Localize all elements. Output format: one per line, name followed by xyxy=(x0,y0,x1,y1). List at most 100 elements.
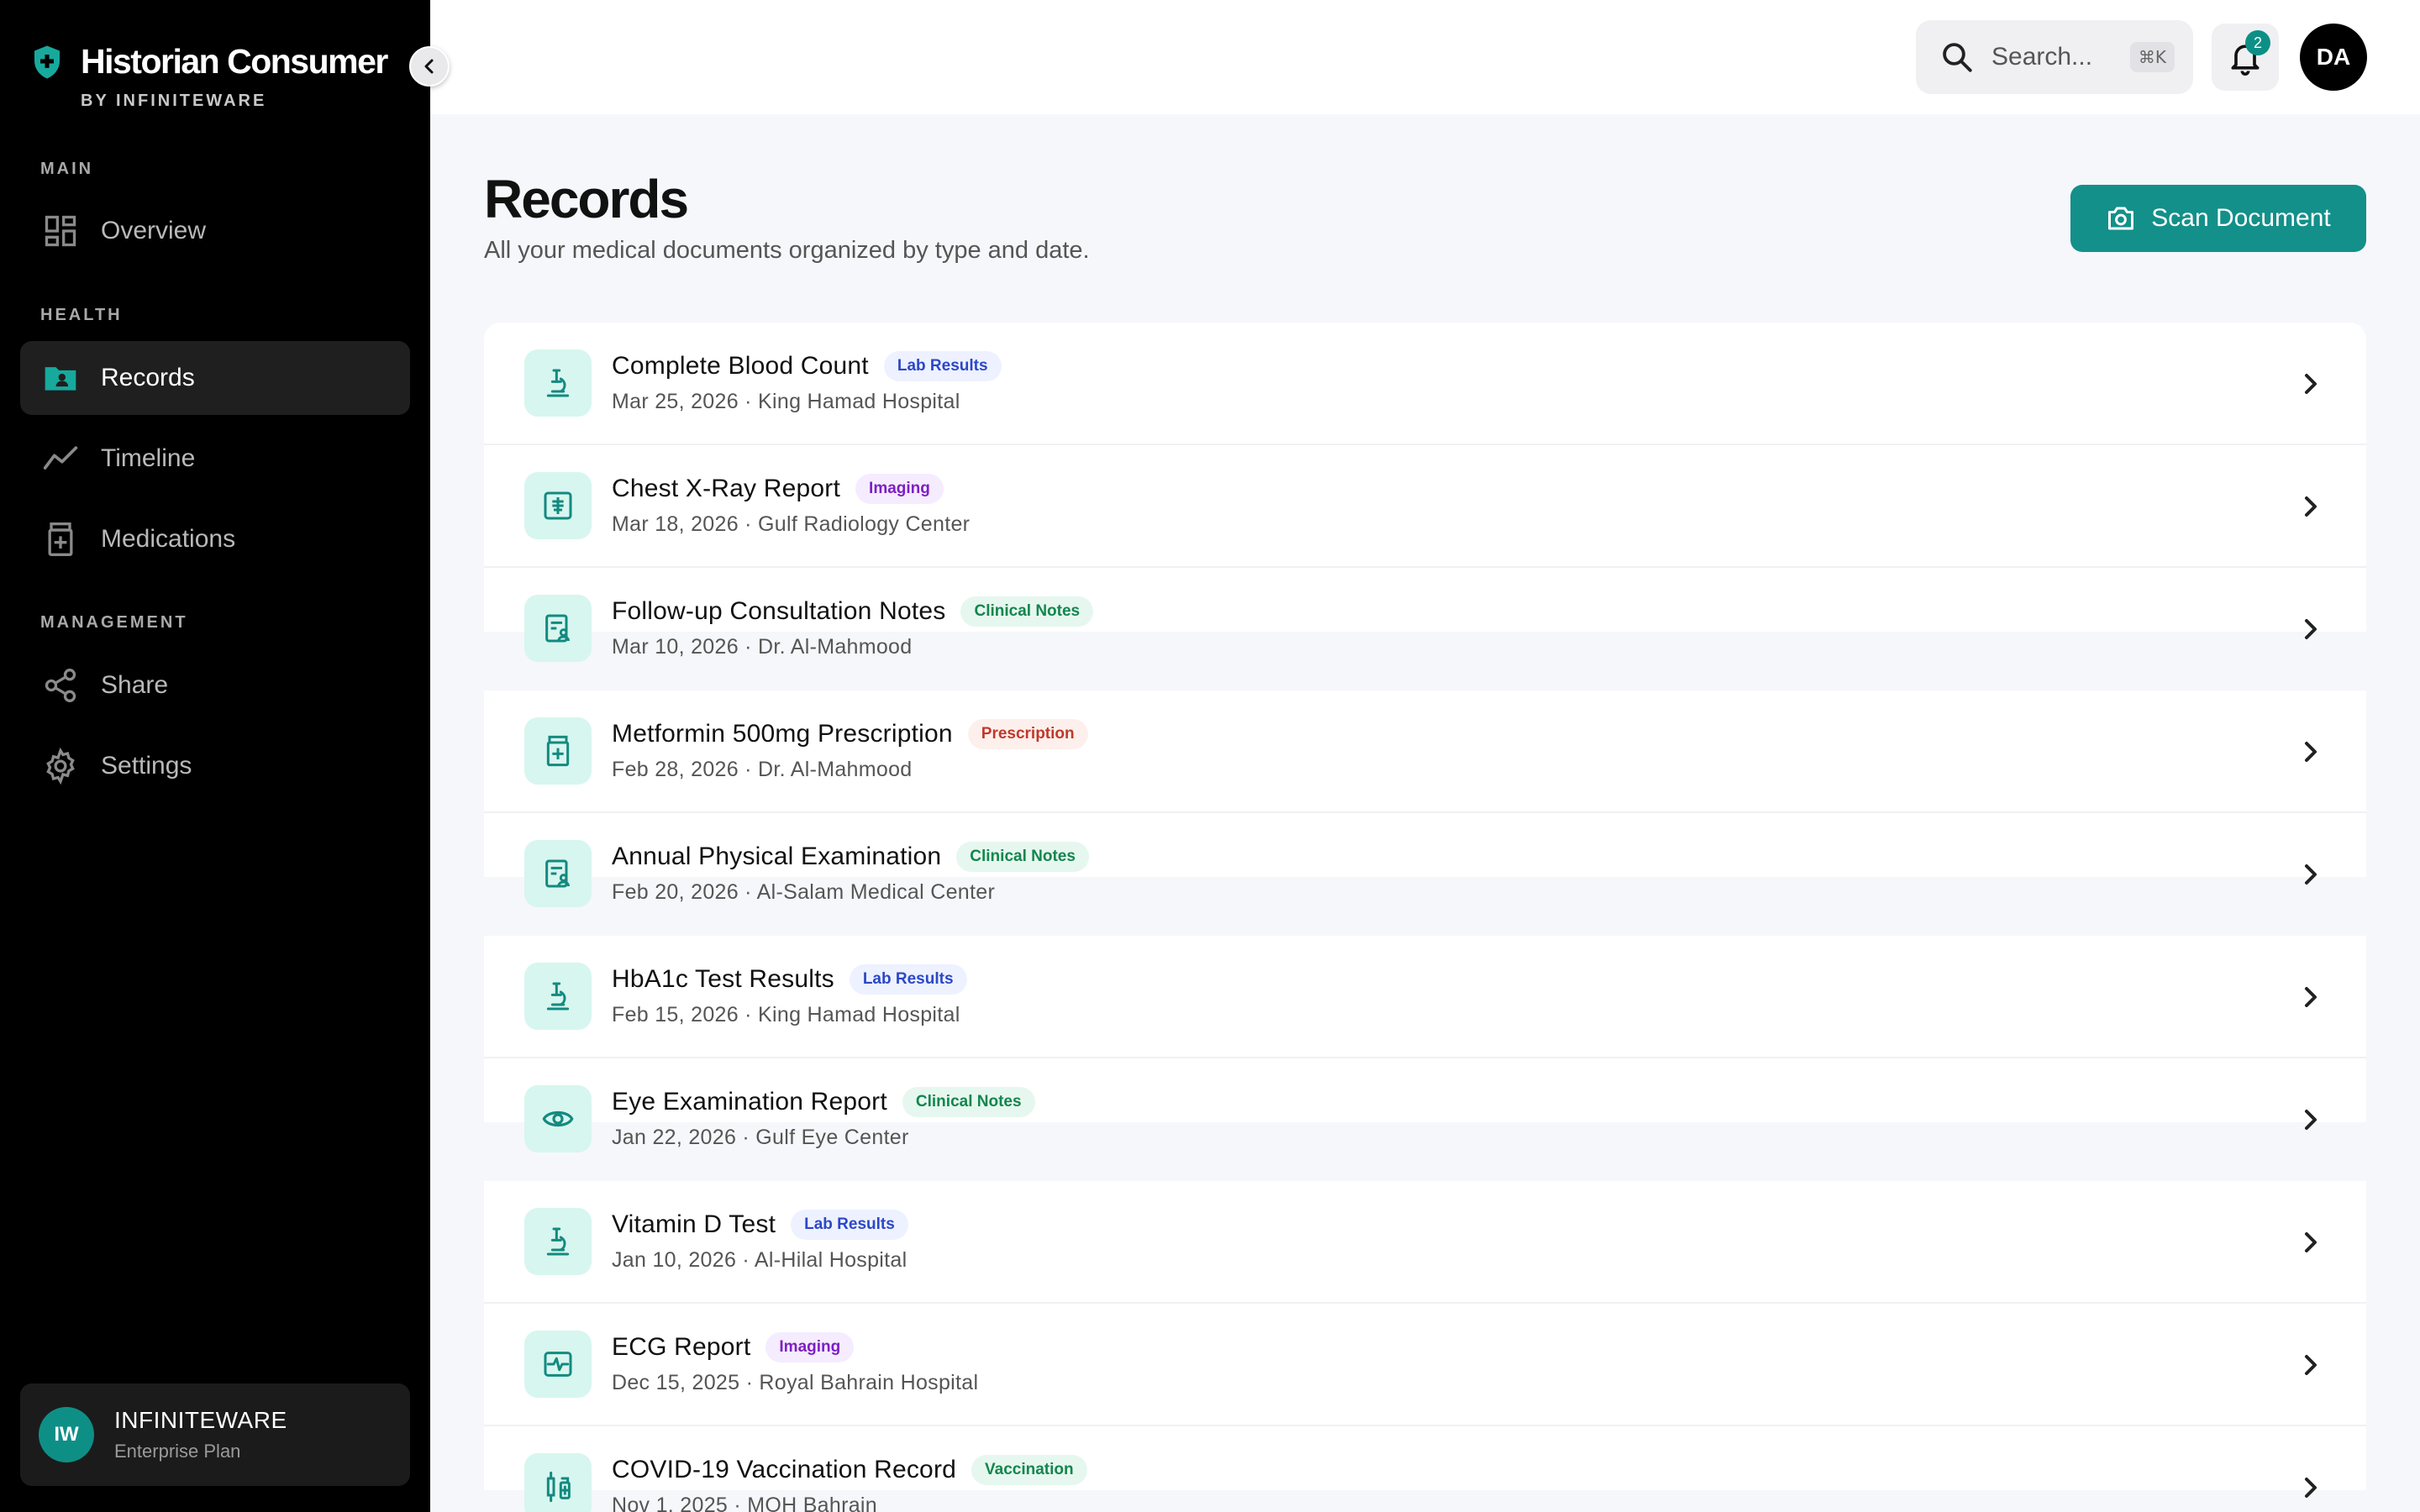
brand-title: Historian Consumer xyxy=(81,42,388,81)
scan-document-button[interactable]: Scan Document xyxy=(2070,185,2366,252)
record-title: Follow-up Consultation Notes xyxy=(612,597,946,625)
record-meta: Nov 1, 2025 · MOH Bahrain xyxy=(612,1494,877,1512)
sidebar-item-label: Overview xyxy=(101,217,207,244)
chevron-right-icon xyxy=(2305,374,2317,394)
record-title: Complete Blood Count xyxy=(612,352,869,380)
page-subtitle: All your medical documents organized by … xyxy=(484,237,1090,264)
clipboard-user-icon xyxy=(524,840,592,907)
sidebar-item-label: Share xyxy=(101,671,169,699)
search-icon xyxy=(1943,43,1972,72)
notifications-button[interactable]: 2 xyxy=(2212,24,2279,91)
notification-count-badge: 2 xyxy=(2245,30,2270,55)
org-plan: Enterprise Plan xyxy=(114,1441,241,1462)
microscope-icon xyxy=(524,963,592,1030)
record-row[interactable]: ECG Report Imaging Dec 15, 2025 · Royal … xyxy=(484,1304,2366,1426)
grid-icon xyxy=(42,213,79,249)
gear-icon xyxy=(42,748,79,785)
brand[interactable]: Historian Consumer BY INFINITEWARE xyxy=(32,42,388,111)
sidebar-item-share[interactable]: Share xyxy=(20,648,410,722)
clipboard-user-icon xyxy=(524,595,592,662)
section-label-management: MANAGEMENT xyxy=(40,613,188,632)
pill-bottle-icon xyxy=(42,521,79,558)
record-title: Metformin 500mg Prescription xyxy=(612,720,953,748)
app-root: Historian Consumer BY INFINITEWARE MAIN … xyxy=(0,0,2420,1512)
record-meta: Jan 22, 2026 · Gulf Eye Center xyxy=(612,1126,909,1149)
record-title: Chest X-Ray Report xyxy=(612,475,841,502)
org-avatar: IW xyxy=(39,1407,94,1462)
ecg-icon xyxy=(524,1331,592,1398)
record-row[interactable]: Eye Examination Report Clinical Notes Ja… xyxy=(484,1058,2366,1181)
record-meta: Mar 25, 2026 · King Hamad Hospital xyxy=(612,390,960,413)
sidebar-item-label: Timeline xyxy=(101,444,196,472)
record-meta: Feb 28, 2026 · Dr. Al-Mahmood xyxy=(612,758,913,781)
search-placeholder: Search... xyxy=(1991,43,2093,71)
records-list: Complete Blood Count Lab Results Mar 25,… xyxy=(484,323,2366,1512)
record-row[interactable]: Follow-up Consultation Notes Clinical No… xyxy=(484,568,2366,690)
collapse-sidebar-button[interactable] xyxy=(409,46,450,87)
chevron-right-icon xyxy=(2305,864,2317,885)
record-meta: Mar 18, 2026 · Gulf Radiology Center xyxy=(612,512,971,536)
record-row[interactable]: HbA1c Test Results Lab Results Feb 15, 2… xyxy=(484,936,2366,1058)
chevron-left-icon xyxy=(424,59,434,74)
record-title: COVID-19 Vaccination Record xyxy=(612,1456,957,1483)
record-type-badge: Lab Results xyxy=(791,1210,908,1240)
section-label-main: MAIN xyxy=(40,160,94,178)
record-meta: Feb 20, 2026 · Al-Salam Medical Center xyxy=(612,880,996,904)
org-switcher[interactable]: IW INFINITEWARE Enterprise Plan xyxy=(20,1383,410,1486)
record-type-badge: Lab Results xyxy=(883,351,1002,381)
camera-icon xyxy=(2108,207,2134,230)
record-title: HbA1c Test Results xyxy=(612,965,834,993)
pill-bottle-icon xyxy=(524,717,592,785)
chevron-right-icon xyxy=(2305,1355,2317,1375)
sidebar-item-label: Settings xyxy=(101,752,192,780)
record-row[interactable]: Complete Blood Count Lab Results Mar 25,… xyxy=(484,323,2366,445)
record-row[interactable]: COVID-19 Vaccination Record Vaccination … xyxy=(484,1426,2366,1512)
sidebar-item-records[interactable]: Records xyxy=(20,341,410,415)
record-meta: Mar 10, 2026 · Dr. Al-Mahmood xyxy=(612,635,913,659)
record-row[interactable]: Metformin 500mg Prescription Prescriptio… xyxy=(484,690,2366,813)
xray-icon xyxy=(524,472,592,539)
record-meta: Jan 10, 2026 · Al-Hilal Hospital xyxy=(612,1248,908,1272)
record-meta: Feb 15, 2026 · King Hamad Hospital xyxy=(612,1003,960,1026)
sidebar-item-timeline[interactable]: Timeline xyxy=(20,422,410,496)
chevron-right-icon xyxy=(2305,496,2317,517)
record-type-badge: Imaging xyxy=(765,1332,855,1362)
sidebar-item-settings[interactable]: Settings xyxy=(20,729,410,803)
record-meta: Dec 15, 2025 · Royal Bahrain Hospital xyxy=(612,1371,979,1394)
record-row[interactable]: Chest X-Ray Report Imaging Mar 18, 2026 … xyxy=(484,445,2366,568)
shield-logo-icon xyxy=(34,45,60,78)
microscope-icon xyxy=(524,1208,592,1275)
sidebar-item-medications[interactable]: Medications xyxy=(20,502,410,576)
record-type-badge: Clinical Notes xyxy=(902,1087,1035,1117)
user-avatar[interactable]: DA xyxy=(2300,24,2367,91)
chevron-right-icon xyxy=(2305,619,2317,639)
brand-subtitle: BY INFINITEWARE xyxy=(81,92,267,110)
section-label-health: HEALTH xyxy=(40,306,123,324)
sidebar-item-overview[interactable]: Overview xyxy=(20,194,410,268)
chevron-right-icon xyxy=(2305,1478,2317,1498)
scan-document-label: Scan Document xyxy=(2151,204,2331,232)
chevron-right-icon xyxy=(2305,1232,2317,1252)
record-type-badge: Prescription xyxy=(967,719,1088,749)
topbar: Search... ⌘K 2 DA xyxy=(430,0,2420,114)
record-title: ECG Report xyxy=(612,1333,751,1361)
sidebar: Historian Consumer BY INFINITEWARE MAIN … xyxy=(0,0,450,1512)
chevron-right-icon xyxy=(2305,1110,2317,1130)
record-type-badge: Vaccination xyxy=(971,1455,1087,1485)
search-input[interactable]: Search... ⌘K xyxy=(1916,20,2193,94)
sidebar-item-label: Medications xyxy=(101,525,236,553)
eye-icon xyxy=(524,1085,592,1152)
share-icon xyxy=(42,667,79,704)
record-title: Annual Physical Examination xyxy=(612,843,942,870)
record-row[interactable]: Vitamin D Test Lab Results Jan 10, 2026 … xyxy=(484,1181,2366,1304)
org-name: INFINITEWARE xyxy=(114,1407,287,1433)
record-type-badge: Lab Results xyxy=(849,964,967,995)
syringe-icon xyxy=(524,1453,592,1512)
chevron-right-icon xyxy=(2305,742,2317,762)
record-type-badge: Imaging xyxy=(855,474,944,504)
record-title: Vitamin D Test xyxy=(612,1210,776,1238)
record-type-badge: Clinical Notes xyxy=(960,596,1094,627)
trend-icon xyxy=(42,440,79,477)
folder-user-icon xyxy=(42,360,79,396)
record-row[interactable]: Annual Physical Examination Clinical Not… xyxy=(484,813,2366,936)
